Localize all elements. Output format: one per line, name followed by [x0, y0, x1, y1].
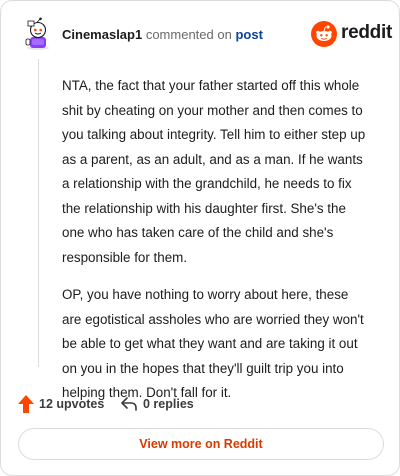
- action-text: commented on: [145, 27, 232, 42]
- reddit-wordmark: reddit: [341, 22, 392, 43]
- view-more-button[interactable]: View more on Reddit: [18, 428, 384, 460]
- username-link[interactable]: Cinemaslap1: [62, 27, 142, 42]
- reddit-brand[interactable]: reddit: [311, 21, 392, 47]
- replies-count: 0 replies: [143, 397, 194, 411]
- comment-paragraph: OP, you have nothing to worry about here…: [62, 287, 364, 400]
- snoo-avatar-icon[interactable]: [23, 17, 53, 51]
- reddit-logo-icon: [311, 21, 337, 47]
- thread-line: [38, 59, 39, 367]
- comment-embed-card: Cinemaslap1 commented on post reddit NTA…: [0, 0, 400, 476]
- upvote-count: 12 upvotes: [39, 397, 105, 411]
- comment-paragraph: NTA, the fact that your father started o…: [62, 78, 366, 265]
- upvote-arrow-icon: [17, 394, 35, 414]
- post-link[interactable]: post: [235, 27, 262, 42]
- byline: Cinemaslap1 commented on post: [62, 27, 263, 42]
- comment-body: NTA, the fact that your father started o…: [62, 74, 367, 419]
- reply-arrow-icon: [120, 395, 138, 413]
- comment-footer: 12 upvotes 0 replies: [17, 393, 377, 415]
- comment-header: Cinemaslap1 commented on post reddit: [23, 17, 392, 51]
